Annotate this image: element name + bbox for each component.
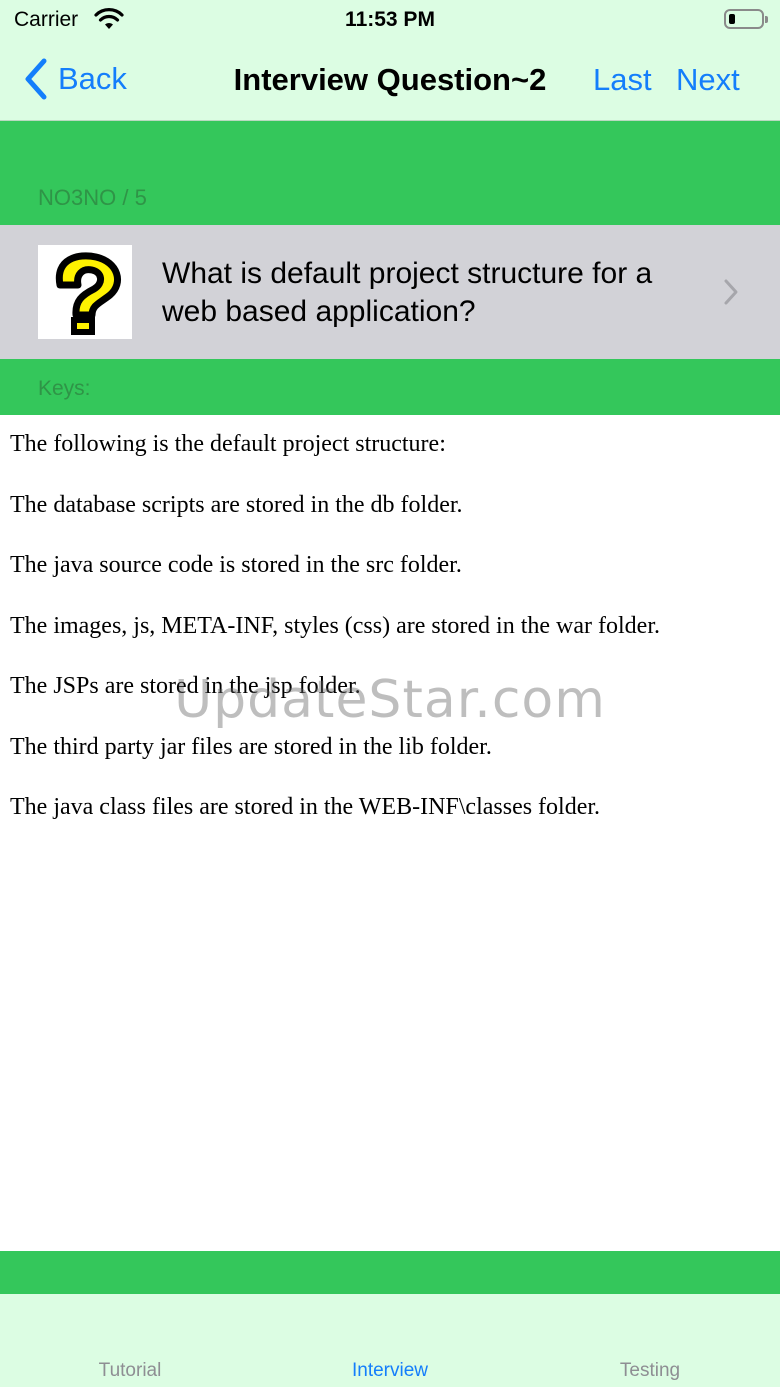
question-text: What is default project structure for a …: [162, 257, 653, 328]
answer-paragraph: The java source code is stored in the sr…: [10, 552, 462, 578]
next-button[interactable]: Next: [676, 62, 740, 98]
tab-interview[interactable]: Interview: [260, 1360, 520, 1382]
section-header: NO3NO / 5: [0, 121, 780, 225]
battery-icon: [724, 9, 768, 29]
last-button[interactable]: Last: [593, 62, 652, 98]
answer-paragraph: The third party jar files are stored in …: [10, 734, 492, 760]
footer-band: [0, 1251, 780, 1294]
tab-testing[interactable]: Testing: [520, 1360, 780, 1382]
tab-bar: Tutorial Interview Testing: [0, 1294, 780, 1387]
chevron-right-icon: [724, 279, 738, 305]
answer-paragraph: The JSPs are stored in the jsp folder.: [10, 673, 361, 699]
status-time: 11:53 PM: [345, 8, 435, 31]
battery-level: [729, 14, 735, 24]
tab-tutorial[interactable]: Tutorial: [0, 1360, 260, 1382]
back-label: Back: [58, 61, 127, 96]
answer-paragraph: The images, js, META-INF, styles (css) a…: [10, 613, 660, 639]
answer-paragraph: The database scripts are stored in the d…: [10, 492, 463, 518]
question-counter: NO3NO / 5: [38, 185, 147, 210]
keys-label: Keys:: [38, 377, 91, 400]
status-bar: Carrier 11:53 PM: [0, 0, 780, 40]
question-mark-icon: [38, 245, 132, 339]
navigation-bar: Back Interview Question~2 Last Next: [0, 40, 780, 121]
question-row[interactable]: What is default project structure for a …: [0, 225, 780, 359]
back-button[interactable]: Back: [22, 54, 127, 104]
answer-paragraph: The java class files are stored in the W…: [10, 794, 601, 820]
answer-content: The following is the default project str…: [0, 415, 780, 1251]
keys-bar: Keys:: [0, 359, 780, 415]
chevron-left-icon: [25, 58, 47, 100]
answer-paragraph: The following is the default project str…: [10, 431, 446, 457]
